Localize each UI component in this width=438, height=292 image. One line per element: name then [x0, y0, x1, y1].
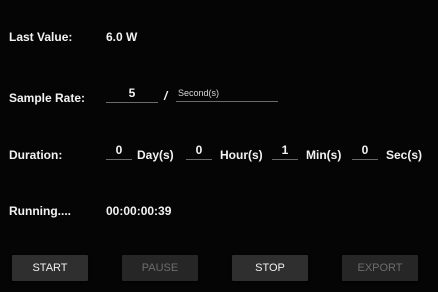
duration-mins-input[interactable]: 1 [272, 143, 298, 160]
duration-secs-input[interactable]: 0 [352, 143, 378, 160]
export-button[interactable]: EXPORT [342, 255, 418, 281]
duration-mins-unit: Min(s) [306, 148, 342, 162]
last-value-label: Last Value: [9, 30, 73, 44]
duration-hours-unit: Hour(s) [220, 148, 263, 162]
measurement-screen: Last Value: 6.0 W Sample Rate: 5 / Secon… [0, 0, 438, 292]
sample-rate-separator: / [164, 89, 168, 103]
sample-rate-unit-select[interactable]: Second(s) [176, 86, 278, 102]
running-status-label: Running.... [9, 204, 71, 218]
sample-rate-input[interactable]: 5 [106, 86, 158, 103]
start-button[interactable]: START [12, 255, 88, 281]
duration-secs-unit: Sec(s) [386, 148, 423, 162]
stop-button[interactable]: STOP [232, 255, 308, 281]
duration-label: Duration: [9, 148, 63, 162]
duration-days-input[interactable]: 0 [106, 143, 132, 160]
elapsed-time-readout: 00:00:00:39 [106, 204, 172, 218]
sample-rate-label: Sample Rate: [9, 91, 86, 105]
duration-days-unit: Day(s) [137, 148, 174, 162]
pause-button[interactable]: PAUSE [122, 255, 198, 281]
duration-hours-input[interactable]: 0 [186, 143, 212, 160]
last-value-readout: 6.0 W [106, 30, 138, 44]
